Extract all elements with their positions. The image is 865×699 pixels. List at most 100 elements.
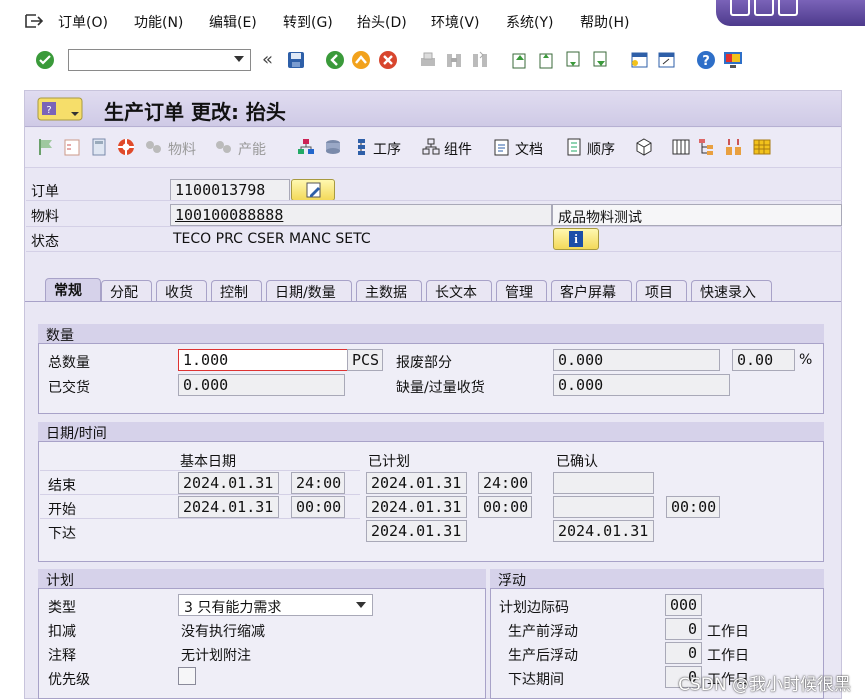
pencil-icon — [306, 182, 321, 198]
hierarchy-icon[interactable] — [296, 137, 316, 157]
sequences-button[interactable]: 顺序 — [587, 139, 615, 159]
enter-icon[interactable] — [35, 50, 55, 70]
system-menu-icon[interactable]: ? — [37, 97, 83, 121]
scrap-field[interactable]: 0.000 — [553, 349, 720, 371]
menu-environment[interactable]: 环境(V) — [431, 12, 480, 32]
sort-icon[interactable] — [724, 137, 744, 157]
tab-goods-receipt[interactable]: 收货 — [156, 280, 207, 302]
previous-page-icon[interactable] — [536, 50, 556, 70]
start-confirmed-time-field[interactable]: 00:00 — [666, 496, 720, 518]
start-basic-date-field[interactable]: 2024.01.31 — [178, 496, 279, 518]
collapse-command-icon[interactable]: « — [262, 49, 273, 70]
sm-key-field[interactable]: 000 — [665, 594, 702, 616]
start-confirmed-date-field[interactable] — [553, 496, 654, 518]
find-icon[interactable] — [444, 50, 464, 70]
reduction-value: 没有执行缩减 — [181, 624, 265, 640]
material-field[interactable]: 100100088888 — [170, 204, 552, 226]
components-button[interactable]: 组件 — [444, 139, 472, 159]
end-scheduled-date-field[interactable]: 2024.01.31 — [366, 472, 467, 494]
operations-button[interactable]: 工序 — [373, 139, 401, 159]
tab-assignment[interactable]: 分配 — [101, 280, 152, 302]
components-icon[interactable] — [421, 137, 441, 157]
end-confirmed-date-field[interactable] — [553, 472, 654, 494]
menu-order[interactable]: 订单(O) — [58, 12, 108, 32]
sequences-icon[interactable] — [565, 137, 583, 157]
tab-dates-quantities[interactable]: 日期/数量 — [266, 280, 352, 302]
scrap-percent-field[interactable]: 0.00 — [732, 349, 795, 371]
documents-icon[interactable] — [492, 137, 512, 157]
tab-long-text[interactable]: 长文本 — [426, 280, 492, 302]
lifebuoy-icon[interactable] — [116, 137, 136, 157]
release-confirmed-date-field[interactable]: 2024.01.31 — [553, 520, 654, 542]
end-basic-date-field[interactable]: 2024.01.31 — [178, 472, 279, 494]
chevron-down-icon[interactable] — [356, 602, 366, 608]
find-next-icon[interactable] — [470, 50, 490, 70]
cube-icon[interactable] — [634, 137, 654, 157]
generate-shortcut-icon[interactable] — [656, 50, 676, 70]
float-after-field[interactable]: 0 — [665, 642, 702, 664]
start-scheduled-time-field[interactable]: 00:00 — [478, 496, 532, 518]
customize-layout-icon[interactable] — [722, 50, 744, 70]
material-icon[interactable] — [144, 137, 164, 157]
tab-fast-entry[interactable]: 快速录入 — [691, 280, 772, 302]
tab-project[interactable]: 项目 — [636, 280, 687, 302]
order-field[interactable]: 1100013798 — [170, 179, 290, 201]
first-page-icon[interactable] — [509, 50, 529, 70]
release-scheduled-date-field[interactable]: 2024.01.31 — [366, 520, 467, 542]
chevron-down-icon[interactable] — [234, 56, 244, 62]
exit-menu-icon[interactable] — [24, 12, 44, 30]
database-icon[interactable] — [323, 137, 343, 157]
close-window-button[interactable] — [778, 0, 798, 16]
menu-header[interactable]: 抬头(D) — [357, 12, 407, 32]
minimize-button[interactable] — [730, 0, 750, 16]
start-basic-time-field[interactable]: 00:00 — [291, 496, 345, 518]
end-scheduled-time-field[interactable]: 24:00 — [478, 472, 532, 494]
capacity-icon[interactable] — [214, 137, 234, 157]
material-button[interactable]: 物料 — [168, 139, 196, 159]
tab-customer-screen[interactable]: 客户屏幕 — [551, 280, 632, 302]
edit-order-button[interactable] — [291, 179, 335, 201]
maximize-button[interactable] — [754, 0, 774, 16]
total-quantity-field[interactable]: 1.000 — [178, 349, 348, 371]
menu-help[interactable]: 帮助(H) — [580, 12, 629, 32]
menu-system[interactable]: 系统(Y) — [506, 12, 553, 32]
save-icon[interactable] — [286, 50, 306, 70]
short-excess-field[interactable]: 0.000 — [553, 374, 730, 396]
tab-control[interactable]: 控制 — [211, 280, 262, 302]
checklist-icon[interactable] — [62, 137, 82, 157]
status-info-button[interactable]: i — [553, 228, 599, 250]
type-dropdown-value: 3 只有能力需求 — [184, 600, 282, 616]
calculator-icon[interactable] — [89, 137, 109, 157]
unit-field[interactable]: PCS — [347, 349, 383, 371]
release-label: 下达 — [48, 526, 76, 542]
priority-field[interactable] — [178, 667, 196, 685]
help-icon[interactable]: ? — [696, 50, 716, 70]
note-label: 注释 — [48, 648, 76, 664]
back-icon[interactable] — [325, 50, 345, 70]
next-page-icon[interactable] — [563, 50, 583, 70]
last-page-icon[interactable] — [590, 50, 610, 70]
capacity-button[interactable]: 产能 — [238, 139, 266, 159]
command-field[interactable] — [68, 49, 251, 71]
start-scheduled-date-field[interactable]: 2024.01.31 — [366, 496, 467, 518]
menu-function[interactable]: 功能(N) — [134, 12, 183, 32]
tree-icon[interactable] — [697, 137, 717, 157]
flag-icon[interactable] — [36, 137, 56, 157]
float-before-field[interactable]: 0 — [665, 618, 702, 640]
tab-administration[interactable]: 管理 — [496, 280, 547, 302]
tab-general[interactable]: 常规 — [45, 278, 101, 302]
grid-icon[interactable] — [752, 137, 772, 157]
end-basic-time-field[interactable]: 24:00 — [291, 472, 345, 494]
documents-button[interactable]: 文档 — [515, 139, 543, 159]
cancel-icon[interactable] — [378, 50, 398, 70]
exit-icon[interactable] — [351, 50, 371, 70]
columns-icon[interactable] — [671, 137, 691, 157]
tab-master-data[interactable]: 主数据 — [356, 280, 422, 302]
delivered-field[interactable]: 0.000 — [178, 374, 345, 396]
type-dropdown[interactable]: 3 只有能力需求 — [178, 594, 373, 616]
operations-icon[interactable] — [352, 137, 370, 157]
menu-goto[interactable]: 转到(G) — [283, 12, 333, 32]
print-icon[interactable] — [418, 50, 438, 70]
menu-edit[interactable]: 编辑(E) — [209, 12, 257, 32]
create-session-icon[interactable] — [629, 50, 649, 70]
